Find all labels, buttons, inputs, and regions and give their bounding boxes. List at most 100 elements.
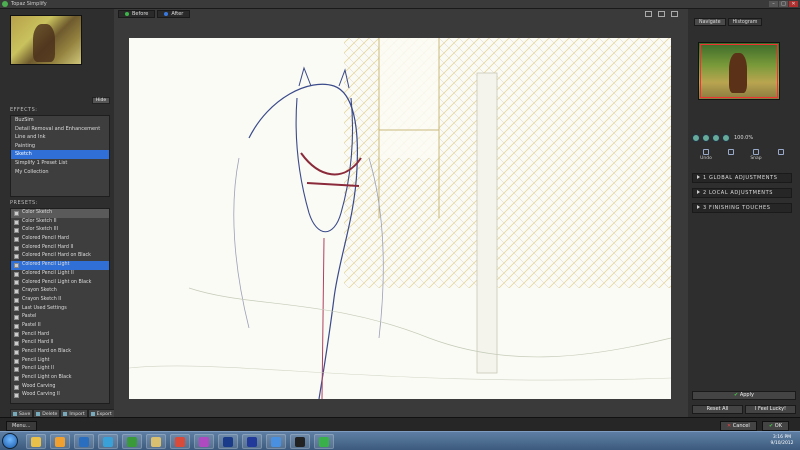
preset-item[interactable]: Pastel II — [11, 322, 109, 331]
preview-thumbnail — [10, 15, 82, 65]
single-view-icon[interactable] — [645, 11, 652, 17]
preset-item[interactable]: Crayon Sketch — [11, 287, 109, 296]
taskbar-app-button[interactable] — [26, 434, 46, 449]
taskbar-app-button[interactable] — [194, 434, 214, 449]
tab-before-label: Before — [132, 11, 149, 17]
preset-item[interactable]: Pencil Light II — [11, 365, 109, 374]
taskbar-app-button[interactable] — [170, 434, 190, 449]
zoom-in-icon[interactable] — [702, 134, 710, 142]
preset-label: Pencil Light II — [22, 366, 54, 372]
preset-label: Last Used Settings — [22, 305, 67, 311]
effect-item[interactable]: Painting — [11, 142, 109, 151]
right-panel: Navigate Histogram 100.0% Undo Snap 1 GL… — [688, 9, 800, 417]
preset-icon — [14, 375, 19, 381]
maximize-button[interactable]: □ — [779, 1, 788, 7]
preset-icon — [14, 228, 19, 234]
sketch-image — [129, 38, 671, 399]
taskbar-app-button[interactable] — [314, 434, 334, 449]
zoom-actual-icon[interactable] — [722, 134, 730, 142]
preset-item-selected[interactable]: Colored Pencil Light — [11, 261, 109, 270]
preset-item[interactable]: Pencil Hard II — [11, 339, 109, 348]
split-view-icon[interactable] — [658, 11, 665, 17]
window-title: Topaz Simplify — [11, 1, 47, 7]
tab-histogram[interactable]: Histogram — [727, 18, 763, 26]
effect-item[interactable]: BuzSim — [11, 116, 109, 125]
preset-item[interactable]: Color Sketch — [11, 209, 109, 218]
expand-triangle-icon — [697, 205, 700, 209]
after-dot-icon — [164, 12, 169, 16]
preset-item[interactable]: Last Used Settings — [11, 305, 109, 314]
tab-before[interactable]: Before — [118, 10, 156, 18]
preset-item[interactable]: Colored Pencil Light on Black — [11, 279, 109, 288]
expand-triangle-icon — [697, 175, 700, 179]
preset-item[interactable]: Color Sketch III — [11, 226, 109, 235]
effect-item[interactable]: My Collection — [11, 168, 109, 177]
hide-button[interactable]: Hide — [92, 97, 110, 104]
feel-lucky-button[interactable]: I Feel Lucky! — [745, 405, 796, 414]
preset-item[interactable]: Wood Carving II — [11, 391, 109, 400]
snap-label: Snap — [750, 156, 762, 161]
preset-label: Pencil Hard II — [22, 340, 54, 346]
close-button[interactable]: ✕ — [789, 1, 798, 7]
preset-item[interactable]: Colored Pencil Light II — [11, 270, 109, 279]
menu-button[interactable]: Menu... — [6, 421, 37, 431]
ok-button[interactable]: ✔ OK — [762, 421, 789, 431]
dual-view-icon[interactable] — [671, 11, 678, 17]
finishing-touches-header[interactable]: 3 FINISHING TOUCHES — [692, 203, 792, 213]
preset-label: Colored Pencil Light on Black — [22, 279, 92, 285]
redo-button[interactable] — [728, 149, 735, 161]
minimize-button[interactable]: – — [769, 1, 778, 7]
left-panel: Hide EFFECTS: BuzSim Detail Removal and … — [0, 9, 115, 419]
effect-item[interactable]: Line and Ink — [11, 133, 109, 142]
preset-item[interactable]: Wood Carving — [11, 383, 109, 392]
start-button[interactable] — [2, 433, 18, 449]
reset-all-button[interactable]: Reset All — [692, 405, 743, 414]
effect-item-selected[interactable]: Sketch — [11, 150, 109, 159]
preset-item[interactable]: Crayon Sketch II — [11, 296, 109, 305]
global-adjustments-header[interactable]: 1 GLOBAL ADJUSTMENTS — [692, 173, 792, 183]
preset-item[interactable]: Colored Pencil Hard II — [11, 244, 109, 253]
zoom-fit-icon[interactable] — [712, 134, 720, 142]
preset-item[interactable]: Pencil Light — [11, 357, 109, 366]
image-canvas[interactable] — [129, 38, 671, 399]
taskbar-app-button[interactable] — [242, 434, 262, 449]
taskbar-app-button[interactable] — [218, 434, 238, 449]
preset-icon — [14, 384, 19, 390]
preset-item[interactable]: Color Sketch II — [11, 218, 109, 227]
navigator-thumbnail[interactable] — [698, 42, 780, 100]
taskbar-app-button[interactable] — [290, 434, 310, 449]
effect-item[interactable]: Detail Removal and Enhancement — [11, 125, 109, 134]
preset-item[interactable]: Pencil Hard — [11, 331, 109, 340]
preset-item[interactable]: Colored Pencil Hard on Black — [11, 252, 109, 261]
taskbar-app-button[interactable] — [146, 434, 166, 449]
local-adjustments-header[interactable]: 2 LOCAL ADJUSTMENTS — [692, 188, 792, 198]
apply-button[interactable]: ✔ Apply — [692, 391, 796, 400]
tab-after[interactable]: After — [157, 10, 191, 18]
preset-item[interactable]: Pastel — [11, 313, 109, 322]
system-clock[interactable]: 3:16 PM 9/10/2012 — [766, 435, 798, 447]
preset-item[interactable]: Pencil Light on Black — [11, 374, 109, 383]
taskbar-app-button[interactable] — [50, 434, 70, 449]
effect-item[interactable]: Simplify 1 Preset List — [11, 159, 109, 168]
preset-item[interactable]: Colored Pencil Hard — [11, 235, 109, 244]
window-controls: – □ ✕ — [769, 1, 798, 7]
snap-button[interactable]: Snap — [750, 149, 762, 161]
tab-navigate[interactable]: Navigate — [694, 18, 726, 26]
cancel-button[interactable]: ✕ Cancel — [720, 421, 757, 431]
bottom-bar: Menu... ✕ Cancel ✔ OK — [0, 417, 800, 431]
preset-label: Colored Pencil Light II — [22, 270, 74, 276]
zoom-out-icon[interactable] — [692, 134, 700, 142]
taskbar-app-button[interactable] — [74, 434, 94, 449]
fx-app-icon — [295, 436, 305, 447]
taskbar-app-button[interactable] — [122, 434, 142, 449]
preset-item[interactable]: Pencil Hard on Black — [11, 348, 109, 357]
undo-button[interactable]: Undo — [700, 149, 712, 161]
comment-button[interactable] — [777, 149, 784, 161]
zoom-value: 100.0% — [734, 135, 754, 141]
preset-label: Color Sketch III — [22, 227, 58, 233]
cancel-label: Cancel — [732, 423, 750, 429]
navigator-viewport-rect[interactable] — [700, 44, 778, 98]
taskbar-app-button[interactable] — [266, 434, 286, 449]
title-bar: Topaz Simplify – □ ✕ — [0, 0, 800, 9]
taskbar-app-button[interactable] — [98, 434, 118, 449]
